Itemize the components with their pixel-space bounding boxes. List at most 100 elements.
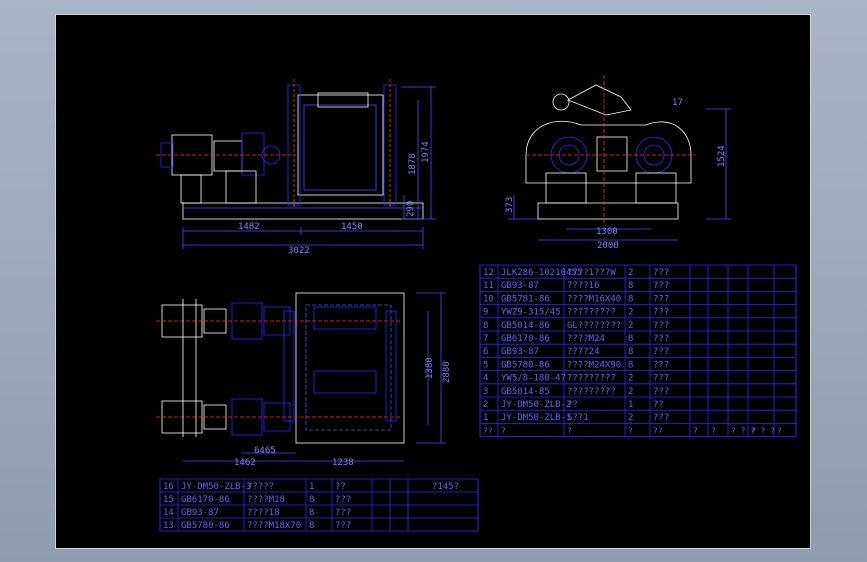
lower-table-cell-code: GB6170-86 <box>181 495 230 505</box>
parts-table-cell-no: 8 <box>483 321 488 331</box>
lower-table-cell-mat: ??? <box>335 508 351 518</box>
lower-table-cell-code: GB93-87 <box>181 508 219 518</box>
parts-table-cell-qty: 2 <box>628 387 633 397</box>
dim-front-width-left: 1482 <box>238 222 260 232</box>
lower-table-cell-name: ????M18X70 <box>247 521 301 531</box>
parts-table-cell-qty: 1 <box>628 400 633 410</box>
parts-table-cell-qty: 2 <box>628 308 633 318</box>
parts-table-header-cell: ? <box>628 426 633 435</box>
plan-top-drum <box>313 306 377 330</box>
dim-front-height-2: 1878 <box>408 153 418 175</box>
parts-table-cell-qty: 8 <box>628 360 633 370</box>
parts-table-cell-no: 6 <box>483 347 488 357</box>
dim-plan-height-inner: 1380 <box>425 357 435 379</box>
parts-table-cell-mat: ?? <box>653 400 664 410</box>
parts-table-cell-code: GB93-87 <box>501 281 539 291</box>
parts-table-cell-name: ????M24 <box>567 334 605 344</box>
lower-table-cell-name: ????M18 <box>247 495 285 505</box>
parts-table-cell-qty: 2 <box>628 413 633 423</box>
parts-table-cell-mat: ??? <box>653 374 669 384</box>
parts-table-cell-no: 3 <box>483 387 488 397</box>
parts-table-cell-qty: 8 <box>628 281 633 291</box>
parts-table-cell-qty: 8 <box>628 347 633 357</box>
dim-side-width: 2000 <box>597 241 619 251</box>
parts-table-cell-no: 1 <box>483 413 488 423</box>
dim-plan-mid: 6465 <box>254 446 276 456</box>
parts-table-cell-name: ????????? <box>567 374 616 384</box>
parts-table-cell-name: S??1 <box>567 413 589 423</box>
lower-table-cell-name: ????18 <box>247 508 280 518</box>
parts-table-header-cell: ? ? ? <box>751 426 775 435</box>
lower-table-cell-name: ????? <box>247 482 274 492</box>
lower-table-cell-mat: ??? <box>335 521 351 531</box>
dim-side-height: 1524 <box>717 145 727 167</box>
parts-table-cell-code: GB6170-86 <box>501 334 550 344</box>
parts-table-cell-mat: ??? <box>653 334 669 344</box>
parts-table-cell-code: GB5014-85 <box>501 387 550 397</box>
parts-table-cell-name: ?? <box>567 400 578 410</box>
parts-table-cell-qty: 8 <box>628 294 633 304</box>
parts-table-header-cell: ? <box>693 426 698 435</box>
lower-table-cell-code: GB5780-86 <box>181 521 230 531</box>
dim-plan-height: 2880 <box>442 361 452 383</box>
parts-table-header-cell: ?? <box>483 426 493 435</box>
parts-table-cell-qty: 2 <box>628 268 633 278</box>
side-body <box>525 120 692 184</box>
parts-table-cell-mat: ??? <box>653 308 669 318</box>
parts-table-cell-mat: ??? <box>653 347 669 357</box>
parts-table-header-cell: ? <box>777 426 782 435</box>
parts-table-cell-code: GB5781-86 <box>501 294 550 304</box>
parts-table-cell-name: ????????? <box>567 308 616 318</box>
parts-table-header-cell: ? <box>501 426 506 435</box>
parts-table-header-cell: ? <box>567 426 572 435</box>
parts-table-cell-no: 9 <box>483 308 488 318</box>
parts-table-cell-code: JY-DM50-ZLB-1 <box>501 413 571 423</box>
dim-side-width-inner: 1300 <box>596 227 618 237</box>
plan-drum-area <box>295 292 405 444</box>
front-view <box>156 79 436 249</box>
side-base <box>537 202 679 220</box>
parts-table-cell-qty: 2 <box>628 374 633 384</box>
dim-plan-right: 1238 <box>332 458 354 468</box>
parts-table-cell-mat: ??? <box>653 294 669 304</box>
parts-table-cell-no: 5 <box>483 360 488 370</box>
parts-table-cell-no: 11 <box>483 281 494 291</box>
parts-table-cell-name: ????M16X40 <box>567 294 621 304</box>
lower-table-cell-qty: 8 <box>309 495 314 505</box>
parts-table-cell-qty: 8 <box>628 334 633 344</box>
parts-table-header-cell: ?? <box>653 426 663 435</box>
dim-front-base: 290 <box>406 201 416 217</box>
cad-drawing: 1482 1450 3022 1974 1878 290 2000 1300 1… <box>156 75 797 532</box>
dim-front-total: 3022 <box>288 246 310 256</box>
parts-table-cell-code: GB5014-86 <box>501 321 550 331</box>
plan-view <box>156 292 446 462</box>
parts-table-cell-code: GB93-87 <box>501 347 539 357</box>
cad-viewer: 1482 1450 3022 1974 1878 290 2000 1300 1… <box>0 0 867 562</box>
parts-table-header-cell: ? <box>711 426 716 435</box>
parts-table-cell-mat: ??? <box>653 321 669 331</box>
dim-side-mark: 17 <box>672 98 683 108</box>
side-view <box>508 75 731 241</box>
parts-table-cell-no: 2 <box>483 400 488 410</box>
parts-table-cell-no: 10 <box>483 294 494 304</box>
parts-table-cell-name: ????16 <box>567 281 600 291</box>
parts-table-cell-code: JY-DM50-ZLB-2 <box>501 400 571 410</box>
lower-table-cell-qty: 8 <box>309 508 314 518</box>
lower-parts-table: 16 JY-DM50-ZLB-3????? 1?? ?145? 15 GB6170-86?… <box>159 478 479 532</box>
lower-table-cell-qty: 1 <box>309 482 314 492</box>
parts-table-cell-name: GL???????? <box>567 321 621 331</box>
dim-side-low: 373 <box>505 197 515 213</box>
parts-table-cell-code: YW5/8-180-47 <box>501 374 566 384</box>
parts-table-cell-name: ????M24X90 <box>567 360 621 370</box>
parts-table-cell-mat: ??? <box>653 387 669 397</box>
parts-table-cell-name: ????1???W <box>567 268 616 278</box>
parts-table-cell-code: GB5780-86 <box>501 360 550 370</box>
lower-table-cell-mat: ??? <box>335 495 351 505</box>
parts-table-cell-mat: ??? <box>653 281 669 291</box>
lower-table-cell-qty: 8 <box>309 521 314 531</box>
front-drum-housing <box>297 94 384 196</box>
parts-table-cell-no: 4 <box>483 374 488 384</box>
parts-table-cell-code: YWZ9-315/45 <box>501 308 561 318</box>
lower-table-cell-code: JY-DM50-ZLB-3 <box>181 482 251 492</box>
lower-table-cell-no: 14 <box>163 508 174 518</box>
